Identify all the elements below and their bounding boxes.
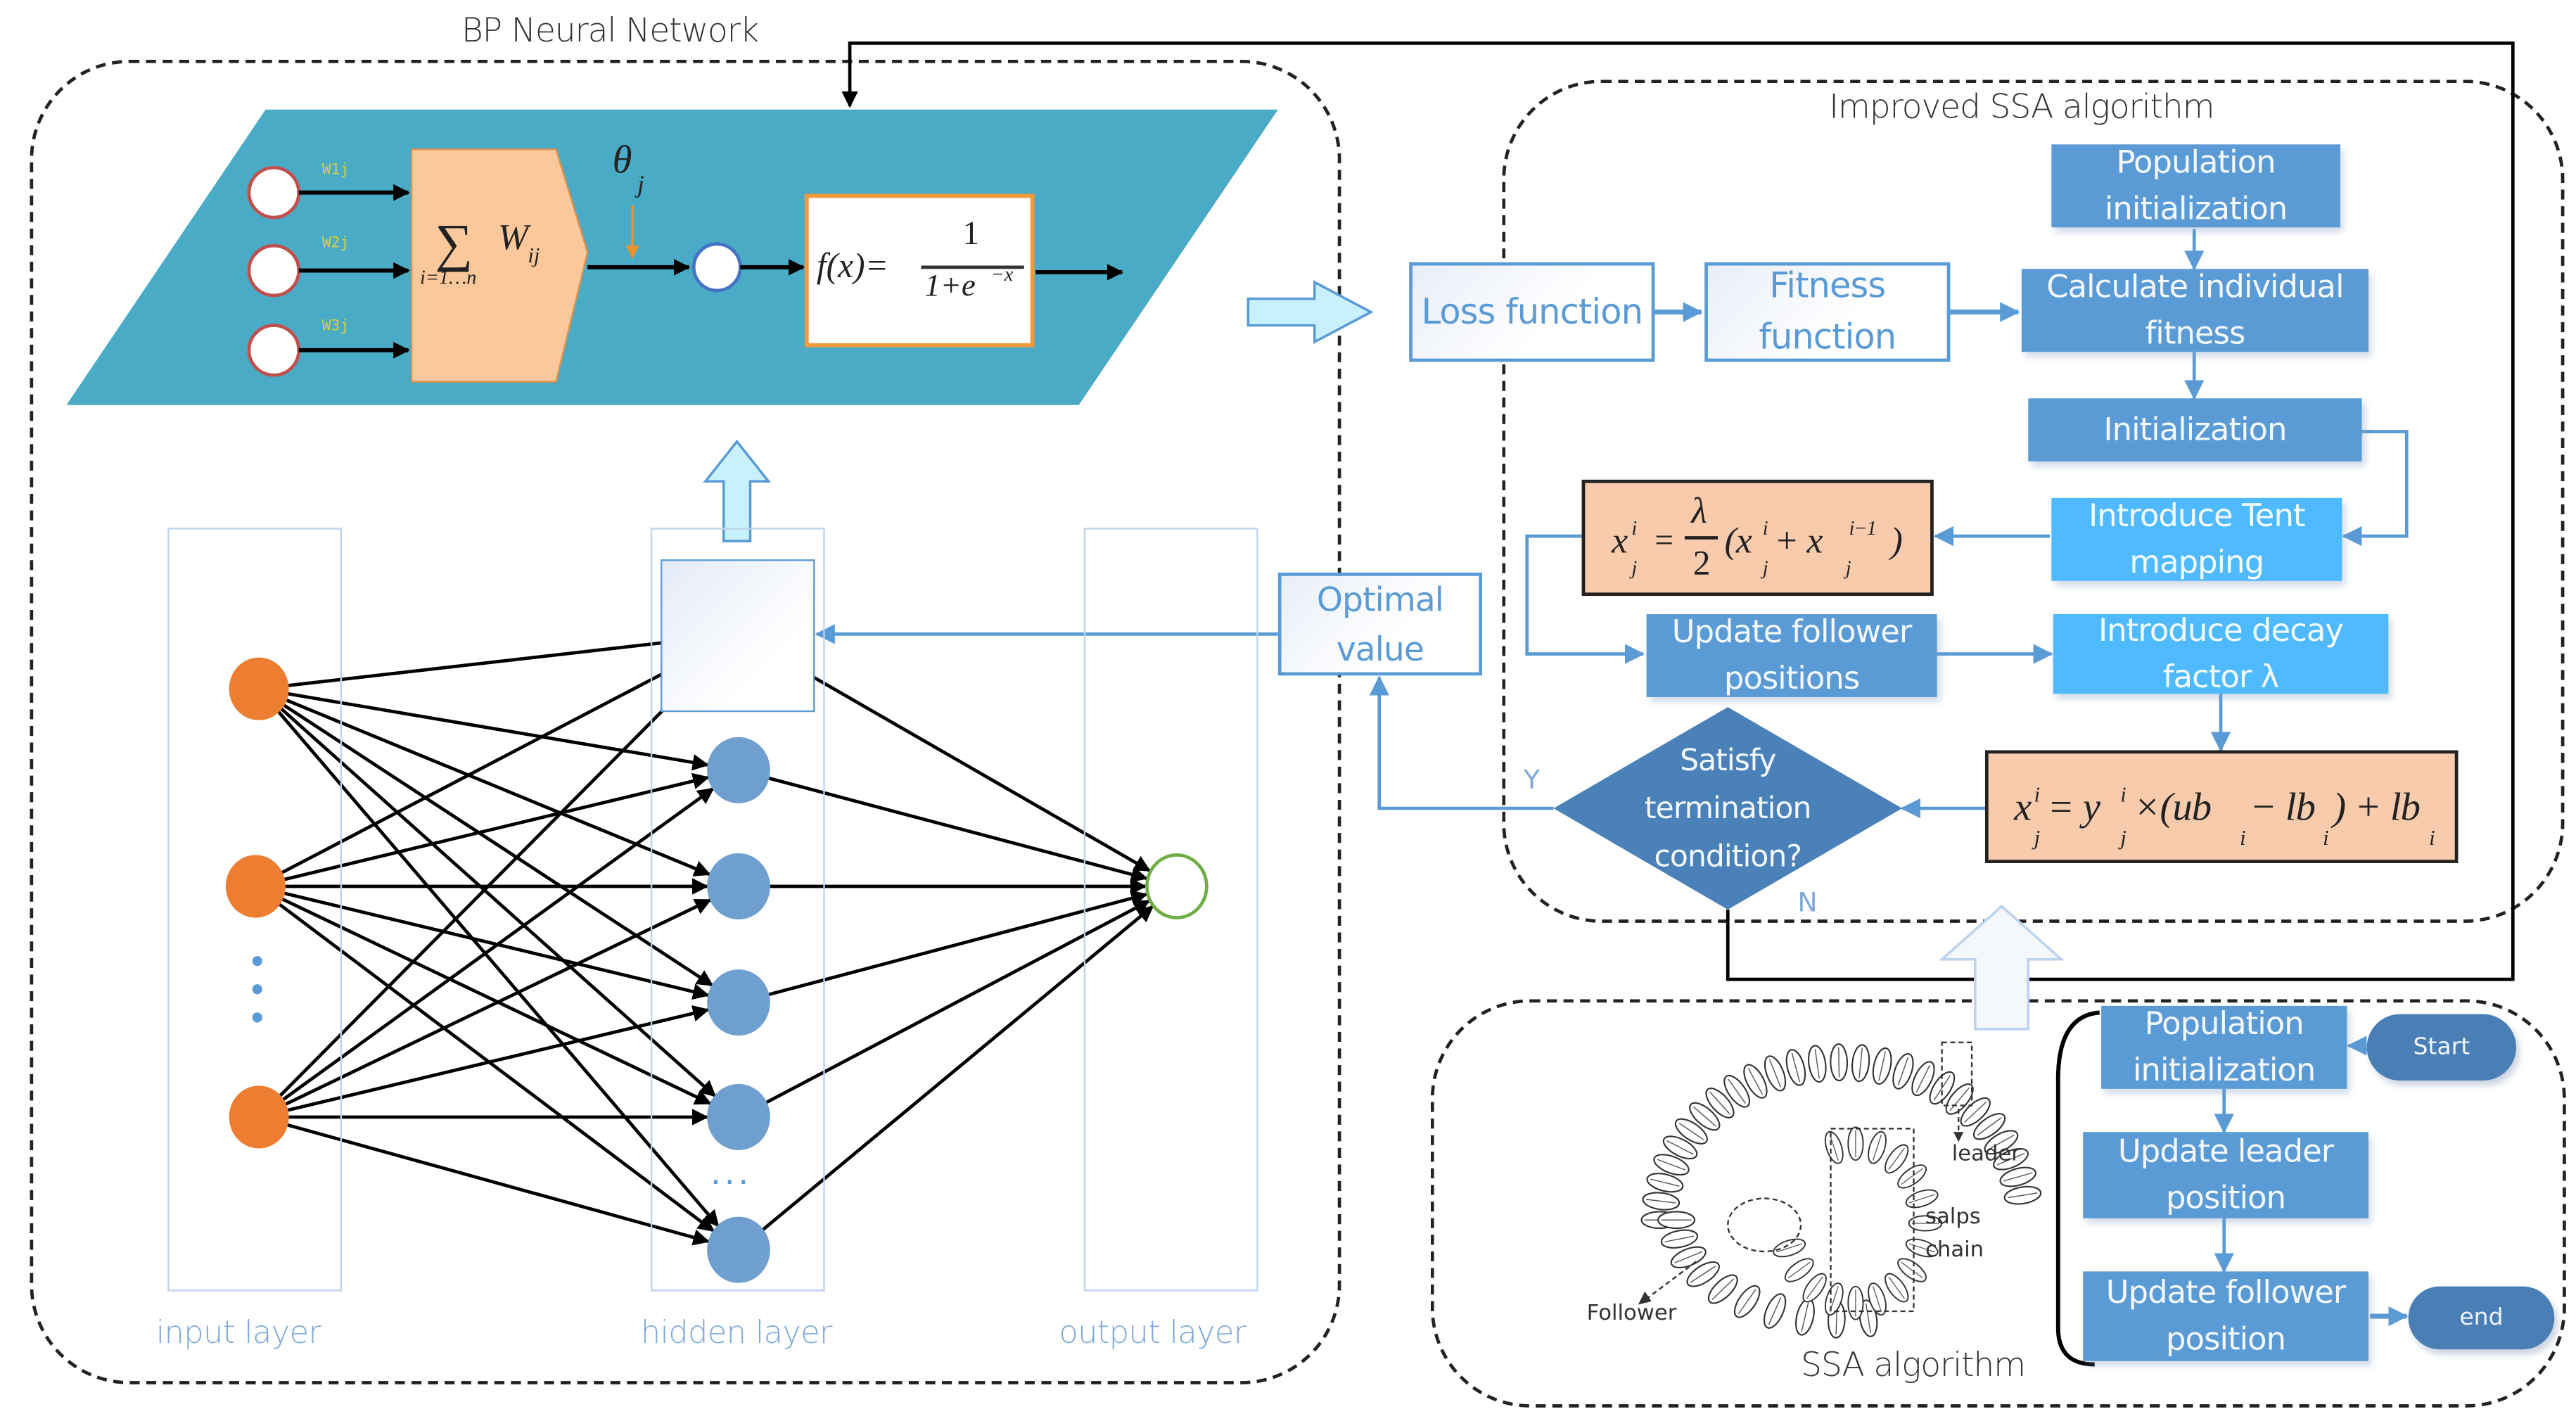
bias-sub: j — [637, 172, 644, 200]
hollow-arrow-up-ssa — [1938, 904, 2065, 1031]
activation-den: 1+e — [924, 269, 976, 304]
ssa-population-init-box: Population initialization — [2101, 1005, 2347, 1089]
input-circles — [247, 165, 301, 377]
salps-chain-label: salps chain — [1925, 1204, 1984, 1263]
salp — [2003, 1185, 2042, 1205]
neuron-model-panel — [66, 109, 1278, 405]
no-label: N — [1797, 886, 1818, 918]
decision-text: Satisfy termination condition? — [1644, 742, 1812, 874]
salp — [1657, 1211, 1696, 1230]
salp — [1642, 1192, 1681, 1211]
sum-symbol: ∑ — [435, 212, 473, 272]
hollow-arrow-right — [1246, 280, 1374, 344]
salp — [1808, 1045, 1827, 1083]
end-terminal: end — [2408, 1286, 2555, 1350]
calc-fitness-box: Calculate individual fitness — [2021, 269, 2369, 352]
activation-lhs: f(x)= — [816, 246, 889, 286]
update-follower-positions-box: Update follower positions — [1646, 614, 1937, 697]
output-layer-column — [1083, 528, 1258, 1292]
edge-input-1-hidden-0 — [281, 646, 713, 874]
ssa-update-follower-box: Update follower position — [2083, 1271, 2369, 1361]
hidden-layer-label: hidden layer — [640, 1314, 833, 1351]
population-init-box: Population initialization — [2051, 144, 2340, 228]
weight-label-w1j: W1j — [321, 163, 350, 179]
bias-theta: θ — [612, 139, 632, 183]
sum-weight: W — [497, 215, 529, 257]
yes-label: Y — [1524, 763, 1541, 796]
weight-label-w2j: W2j — [321, 236, 350, 253]
salp — [1785, 1049, 1806, 1086]
salp — [1773, 1238, 1806, 1258]
salp — [1868, 1130, 1887, 1164]
sum-index: i=1…n — [419, 265, 477, 289]
optimal-value-box: Optimal value — [1277, 573, 1483, 676]
follower-formula-box: x i j = λ 2 (x i j + x i−1 j ) — [1581, 479, 1934, 597]
initialization-box: Initialization — [2028, 398, 2362, 461]
diagram-canvas: BP Neural Network Improved SSA algorithm… — [0, 0, 2576, 1421]
sum-weight-sub: ij — [528, 242, 540, 267]
hidden-ellipsis: ··· — [710, 1161, 753, 1202]
tent-mapping-box: Introduce Tent mapping — [2051, 497, 2342, 581]
activation-exp: −x — [990, 262, 1014, 286]
salp — [1830, 1043, 1849, 1082]
fitness-function-box: Fitness function — [1704, 262, 1951, 362]
salp — [1824, 1130, 1844, 1164]
weight-label-w3j: W3j — [321, 319, 350, 336]
decay-factor-box: Introduce decay factor λ — [2053, 613, 2389, 696]
salp — [1795, 1298, 1815, 1336]
leader-label: leader — [1951, 1142, 2020, 1167]
ssa-update-leader-box: Update leader position — [2083, 1132, 2369, 1218]
salp — [1763, 1293, 1787, 1329]
tent-formula-box: x i j = y i j ×(ub i − lb i ) + lb i — [1984, 750, 2459, 863]
salp — [1851, 1044, 1870, 1083]
input-layer-column — [167, 528, 343, 1292]
salp — [1872, 1047, 1892, 1085]
edge-input-0-hidden-0 — [288, 631, 709, 687]
selected-hidden-node-frame — [661, 559, 815, 713]
neuron-node — [691, 242, 742, 293]
input-ellipsis — [252, 956, 266, 1023]
input-layer-label: input layer — [155, 1314, 321, 1351]
salp — [1847, 1126, 1864, 1161]
hollow-arrow-up-bp — [703, 439, 772, 542]
loss-function-box: Loss function — [1409, 262, 1655, 362]
salp — [1847, 1285, 1864, 1320]
salp-chain-illustration — [1640, 1043, 2042, 1339]
output-layer-label: output layer — [1059, 1314, 1246, 1351]
follower-label: Follower — [1586, 1301, 1677, 1327]
activation-num: 1 — [962, 215, 980, 253]
start-terminal: Start — [2366, 1014, 2517, 1081]
